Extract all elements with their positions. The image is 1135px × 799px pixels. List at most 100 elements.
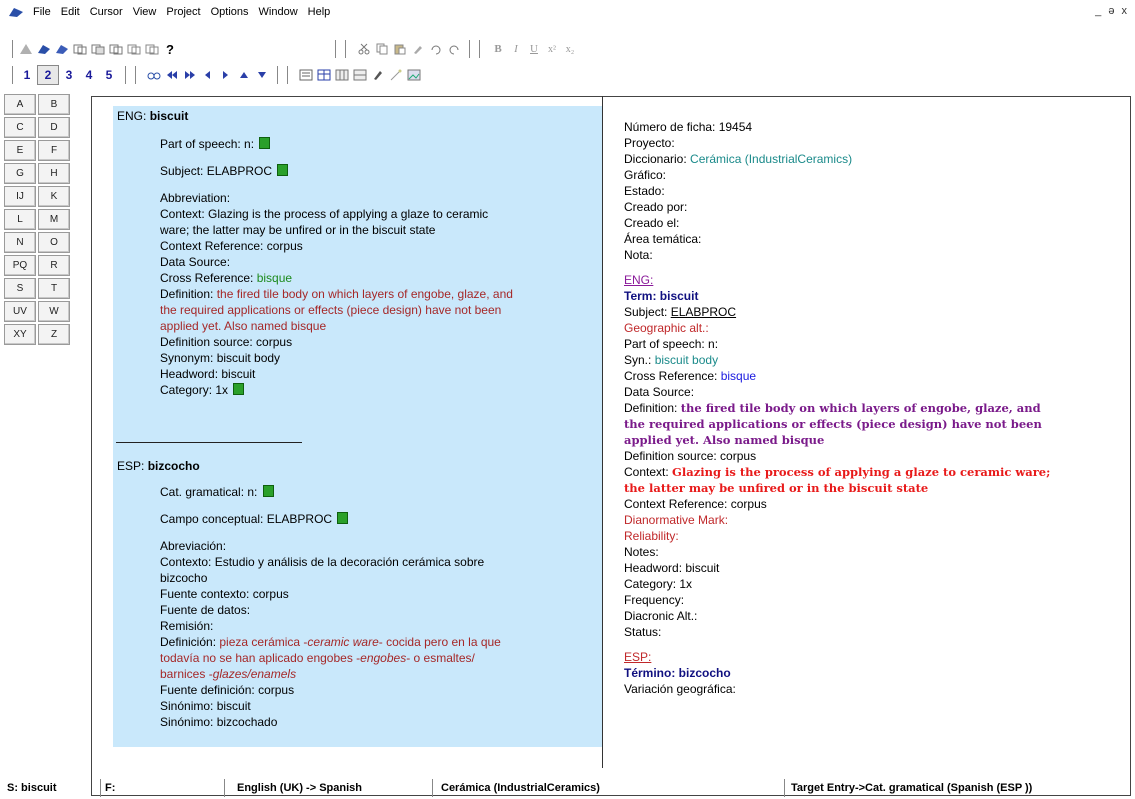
subscript-icon[interactable]: x₂: [561, 40, 579, 58]
form-view-icon[interactable]: [297, 66, 315, 84]
cut-icon[interactable]: [355, 40, 373, 58]
letter-row: LM: [4, 209, 80, 230]
letter-button-a[interactable]: A: [4, 94, 36, 115]
view-1-button[interactable]: 1: [17, 66, 37, 84]
first-record-icon[interactable]: [163, 66, 181, 84]
underline-icon[interactable]: U: [525, 40, 543, 58]
toolbar-separator: [469, 40, 473, 58]
paste-icon[interactable]: [391, 40, 409, 58]
menu-project[interactable]: Project: [166, 6, 200, 18]
edit-field-icon[interactable]: [277, 164, 289, 176]
view-4-button[interactable]: 4: [79, 66, 99, 84]
toolbar-grip[interactable]: [8, 40, 13, 58]
edit-field-icon[interactable]: [259, 137, 271, 149]
diccionario-link[interactable]: Cerámica (IndustrialCeramics): [690, 152, 852, 166]
menu-window[interactable]: Window: [259, 6, 298, 18]
remision-row: Remisión:: [160, 619, 214, 633]
letter-button-z[interactable]: Z: [38, 324, 70, 345]
letter-button-g[interactable]: G: [4, 163, 36, 184]
table-view-icon[interactable]: [315, 66, 333, 84]
fuente-datos-row: Fuente de datos:: [160, 603, 251, 617]
letter-button-s[interactable]: S: [4, 278, 36, 299]
toolbar-separator: [125, 66, 129, 84]
up-icon[interactable]: [235, 66, 253, 84]
search-term3-icon[interactable]: [107, 40, 125, 58]
help-button[interactable]: ?: [161, 40, 179, 58]
proyecto-row: Proyecto:: [624, 136, 675, 150]
letter-button-k[interactable]: K: [38, 186, 70, 207]
window-controls[interactable]: _ ə x: [1095, 5, 1129, 17]
context-reference-row: Context Reference: corpus: [624, 497, 767, 511]
compare-view-icon[interactable]: [351, 66, 369, 84]
letter-button-xy[interactable]: XY: [4, 324, 36, 345]
definition-line: Definition: the fired tile body on which…: [160, 287, 513, 301]
letter-button-c[interactable]: C: [4, 117, 36, 138]
letter-button-l[interactable]: L: [4, 209, 36, 230]
search-term4-icon[interactable]: [125, 40, 143, 58]
alphabet-index: A B C D E F G H IJ K L M N O PQ R S T UV W XY Z: [4, 94, 80, 347]
image-icon[interactable]: [405, 66, 423, 84]
letter-row: EF: [4, 140, 80, 161]
italic-icon[interactable]: I: [507, 40, 525, 58]
search-term5-icon[interactable]: [143, 40, 161, 58]
search-term2-icon[interactable]: [89, 40, 107, 58]
next-record-icon[interactable]: [217, 66, 235, 84]
letter-button-uv[interactable]: UV: [4, 301, 36, 322]
eng-section-link[interactable]: ENG:: [624, 272, 653, 288]
letter-button-t[interactable]: T: [38, 278, 70, 299]
menu-file[interactable]: File: [33, 6, 51, 18]
triangle-icon[interactable]: [17, 40, 35, 58]
panel-divider[interactable]: [602, 96, 603, 768]
letter-row: NO: [4, 232, 80, 253]
entry-icon[interactable]: [35, 40, 53, 58]
menu-edit[interactable]: Edit: [61, 6, 80, 18]
copy-icon[interactable]: [373, 40, 391, 58]
subject-link[interactable]: ELABPROC: [671, 305, 736, 319]
cross-reference-link[interactable]: bisque: [721, 369, 756, 383]
letter-button-m[interactable]: M: [38, 209, 70, 230]
status-language-pair: English (UK) -> Spanish: [224, 778, 432, 797]
view-5-button[interactable]: 5: [99, 66, 119, 84]
status-filter: F:: [100, 778, 224, 797]
letter-button-o[interactable]: O: [38, 232, 70, 253]
menu-options[interactable]: Options: [211, 6, 249, 18]
letter-button-b[interactable]: B: [38, 94, 70, 115]
view-2-button[interactable]: 2: [37, 65, 59, 85]
cat-gramatical-row: Cat. gramatical: n:: [160, 484, 274, 500]
bold-icon[interactable]: B: [489, 40, 507, 58]
letter-button-d[interactable]: D: [38, 117, 70, 138]
menu-view[interactable]: View: [133, 6, 157, 18]
brush-icon[interactable]: [409, 40, 427, 58]
redo-icon[interactable]: [445, 40, 463, 58]
synonym-link[interactable]: biscuit body: [655, 353, 718, 367]
letter-button-ij[interactable]: IJ: [4, 186, 36, 207]
letter-button-h[interactable]: H: [38, 163, 70, 184]
down-icon[interactable]: [253, 66, 271, 84]
letter-button-f[interactable]: F: [38, 140, 70, 161]
find-icon[interactable]: [145, 66, 163, 84]
edit-field-icon[interactable]: [337, 512, 349, 524]
menu-help[interactable]: Help: [308, 6, 331, 18]
status-target-entry: Target Entry->Cat. gramatical (Spanish (…: [784, 778, 1134, 797]
grid-view-icon[interactable]: [333, 66, 351, 84]
toolbar-grip[interactable]: [8, 66, 13, 84]
search-term-icon[interactable]: [71, 40, 89, 58]
letter-button-r[interactable]: R: [38, 255, 70, 276]
cross-reference-link[interactable]: bisque: [257, 271, 292, 285]
letter-button-n[interactable]: N: [4, 232, 36, 253]
edit-field-icon[interactable]: [262, 485, 274, 497]
undo-icon[interactable]: [427, 40, 445, 58]
esp-section-link[interactable]: ESP:: [624, 649, 651, 665]
superscript-icon[interactable]: x²: [543, 40, 561, 58]
letter-button-pq[interactable]: PQ: [4, 255, 36, 276]
menu-cursor[interactable]: Cursor: [90, 6, 123, 18]
magic-icon[interactable]: [387, 66, 405, 84]
last-record-icon[interactable]: [181, 66, 199, 84]
edit-field-icon[interactable]: [233, 383, 245, 395]
view-3-button[interactable]: 3: [59, 66, 79, 84]
pointer-icon[interactable]: [369, 66, 387, 84]
letter-button-e[interactable]: E: [4, 140, 36, 161]
entry-multi-icon[interactable]: [53, 40, 71, 58]
previous-record-icon[interactable]: [199, 66, 217, 84]
letter-button-w[interactable]: W: [38, 301, 70, 322]
